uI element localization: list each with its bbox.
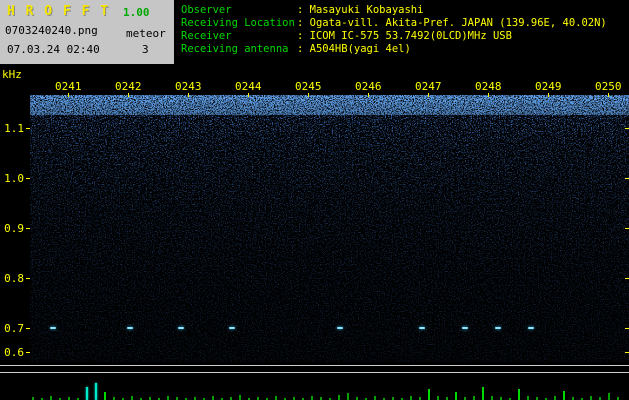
signal-bar [437,396,439,400]
meteor-echo-dot [336,327,343,329]
signal-bar [374,396,376,400]
khz-unit-label: kHz [2,68,22,81]
freq-tick-right [625,278,629,279]
signal-bar [347,393,349,400]
freq-tick-right [625,178,629,179]
time-tick [308,93,309,97]
time-tick-label: 0250 [595,80,622,93]
time-tick-label: 0244 [235,80,262,93]
meteor-echo-dot [528,327,535,329]
meteor-echo-dot [419,327,425,329]
freq-tick-right [625,352,629,353]
meteor-echo-dot [228,327,235,329]
signal-bar [338,395,340,400]
time-tick-label: 0246 [355,80,382,93]
freq-tick-right [625,328,629,329]
freq-tick-left [26,352,30,353]
signal-bar [482,387,484,400]
signal-bar [86,387,88,400]
signal-bar [608,393,610,400]
meteor-echo-dot [495,327,502,329]
signal-bar [428,389,430,400]
signal-bar [590,396,592,400]
freq-tick-label: 1.0 [4,172,24,185]
time-tick-label: 0247 [415,80,442,93]
freq-tick-label: 0.8 [4,272,24,285]
freq-tick-label: 0.9 [4,222,24,235]
meteor-echo-dot [462,327,469,329]
signal-bar [104,392,106,400]
time-tick-label: 0243 [175,80,202,93]
freq-tick-label: 1.1 [4,122,24,135]
signal-bar [167,396,169,400]
meteor-echo-dot [177,327,184,329]
meteor-echo-dot [50,327,56,329]
signal-bar [239,395,241,400]
time-tick-label: 0242 [115,80,142,93]
freq-tick-left [26,278,30,279]
time-tick [128,93,129,97]
time-tick [428,93,429,97]
chart-overlay: kHz 0241 0242 0243 0244 0245 0246 0247 0248 0249… [0,0,629,400]
freq-tick-right [625,228,629,229]
time-tick-label: 0245 [295,80,322,93]
signal-bar [311,396,313,400]
freq-tick-left [26,328,30,329]
freq-tick-left [26,228,30,229]
time-tick [488,93,489,97]
signal-bar [275,396,277,400]
freq-tick-left [26,128,30,129]
freq-tick-label: 0.7 [4,322,24,335]
time-tick [188,93,189,97]
signal-bar [212,396,214,400]
signal-bar [563,391,565,400]
signal-bar [473,396,475,400]
time-tick-label: 0241 [55,80,82,93]
signal-bar [131,396,133,400]
freq-tick-left [26,178,30,179]
signal-bar [95,383,97,400]
time-tick [548,93,549,97]
signal-bar [410,396,412,400]
signal-bar [455,392,457,400]
time-tick-label: 0248 [475,80,502,93]
signal-bar [518,389,520,400]
signal-bar [527,396,529,400]
meteor-echo-dot [126,327,133,329]
time-tick [608,93,609,97]
hrofft-screen: H R O F F T 1.00 0703240240.png meteor 0… [0,0,629,400]
freq-tick-right [625,128,629,129]
time-tick [368,93,369,97]
time-tick [248,93,249,97]
signal-bar [50,396,52,400]
time-tick-label: 0249 [535,80,562,93]
signal-bar [554,396,556,400]
freq-tick-label: 0.6 [4,346,24,359]
time-tick [68,93,69,97]
signal-bar [491,396,493,400]
